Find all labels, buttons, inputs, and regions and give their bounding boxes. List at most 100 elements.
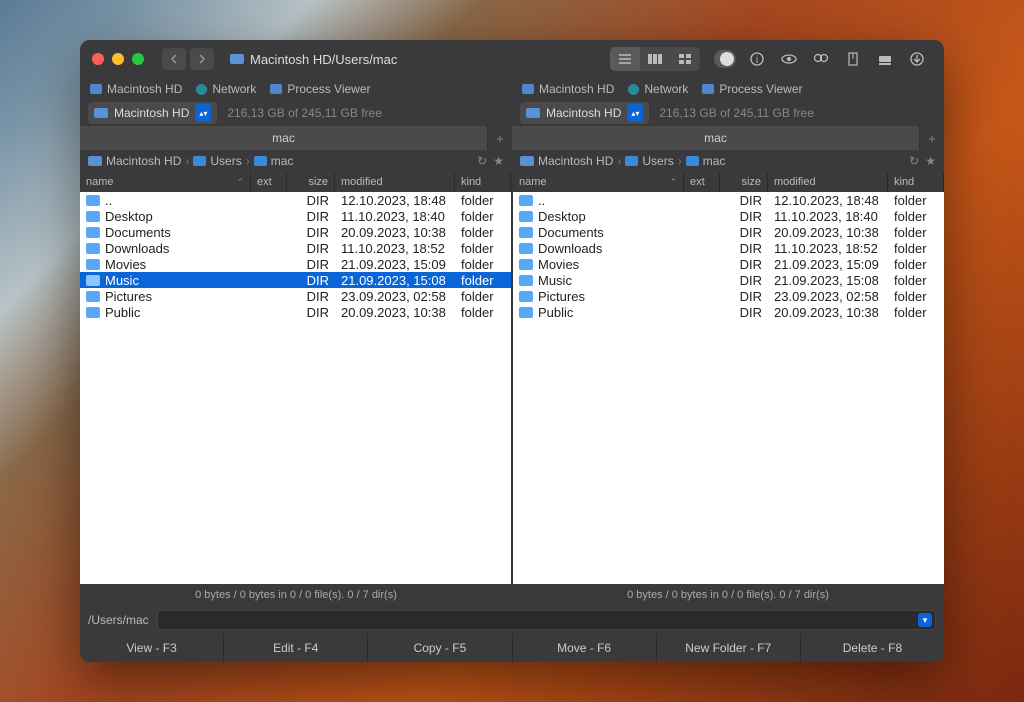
volume-stepper-icon[interactable]: ▴▾ (195, 104, 211, 122)
history-button[interactable]: ↻ (909, 154, 919, 168)
breadcrumb-item[interactable]: Users (625, 154, 673, 168)
folder-icon (519, 307, 533, 318)
globe-icon (196, 84, 207, 95)
folder-icon (519, 275, 533, 286)
header-modified[interactable]: modified (768, 172, 888, 192)
file-row[interactable]: DocumentsDIR20.09.2023, 10:38folder (80, 224, 511, 240)
file-row[interactable]: ..DIR12.10.2023, 18:48folder (80, 192, 511, 208)
nav-back-button[interactable] (162, 48, 186, 70)
breadcrumb-item[interactable]: Macintosh HD (88, 154, 181, 168)
breadcrumb-item[interactable]: mac (254, 154, 294, 168)
disk-icon (94, 108, 108, 118)
title-text: Macintosh HD/Users/mac (250, 52, 397, 67)
search-button[interactable] (806, 47, 836, 71)
breadcrumb-label: Users (210, 154, 241, 168)
add-tab-button[interactable]: + (488, 126, 512, 150)
pane-tab[interactable]: mac (80, 126, 488, 150)
file-row[interactable]: ..DIR12.10.2023, 18:48folder (513, 192, 944, 208)
pane-tab[interactable]: mac (512, 126, 920, 150)
monitor-icon (270, 84, 282, 94)
archive-button[interactable] (838, 47, 868, 71)
volume-stepper-icon[interactable]: ▴▾ (627, 104, 643, 122)
command-input[interactable]: ▾ (157, 610, 936, 630)
fn-button[interactable]: New Folder - F7 (657, 634, 801, 662)
file-row[interactable]: MusicDIR21.09.2023, 15:08folder (80, 272, 511, 288)
command-path: /Users/mac (88, 613, 149, 627)
file-row[interactable]: PicturesDIR23.09.2023, 02:58folder (80, 288, 511, 304)
file-row[interactable]: PublicDIR20.09.2023, 10:38folder (80, 304, 511, 320)
header-kind[interactable]: kind (888, 172, 944, 192)
volume-selector[interactable]: Macintosh HD ▴▾ (520, 102, 649, 124)
favorite-label: Process Viewer (287, 82, 370, 96)
file-name: Public (105, 305, 140, 320)
file-name: Documents (105, 225, 171, 240)
breadcrumb-item[interactable]: Macintosh HD (520, 154, 613, 168)
header-kind[interactable]: kind (455, 172, 511, 192)
add-tab-button[interactable]: + (920, 126, 944, 150)
folder-icon (519, 195, 533, 206)
disk-icon (88, 156, 102, 166)
window-controls (92, 53, 144, 65)
view-columns-button[interactable] (640, 47, 670, 71)
folder-icon (254, 156, 267, 166)
quicklook-button[interactable] (774, 47, 804, 71)
minimize-window-button[interactable] (112, 53, 124, 65)
file-name: Documents (538, 225, 604, 240)
file-row[interactable]: PublicDIR20.09.2023, 10:38folder (513, 304, 944, 320)
header-name[interactable]: name⌃ (80, 172, 251, 192)
monitor-icon (702, 84, 714, 94)
close-window-button[interactable] (92, 53, 104, 65)
favorite-item[interactable]: Process Viewer (270, 82, 370, 96)
file-row[interactable]: MusicDIR21.09.2023, 15:08folder (513, 272, 944, 288)
breadcrumb-label: Users (642, 154, 673, 168)
file-row[interactable]: MoviesDIR21.09.2023, 15:09folder (513, 256, 944, 272)
header-size[interactable]: size (720, 172, 768, 192)
breadcrumb-item[interactable]: Users (193, 154, 241, 168)
fn-button[interactable]: Delete - F8 (801, 634, 944, 662)
hidden-files-toggle[interactable] (710, 47, 740, 71)
command-history-button[interactable]: ▾ (918, 613, 932, 627)
header-ext[interactable]: ext (251, 172, 287, 192)
file-row[interactable]: PicturesDIR23.09.2023, 02:58folder (513, 288, 944, 304)
folder-icon (86, 227, 100, 238)
disk-icon (90, 84, 102, 94)
favorite-item[interactable]: Network (628, 82, 688, 96)
info-button[interactable]: i (742, 47, 772, 71)
file-row[interactable]: DesktopDIR11.10.2023, 18:40folder (80, 208, 511, 224)
breadcrumb-item[interactable]: mac (686, 154, 726, 168)
file-row[interactable]: DesktopDIR11.10.2023, 18:40folder (513, 208, 944, 224)
file-row[interactable]: DownloadsDIR11.10.2023, 18:52folder (80, 240, 511, 256)
left-pane: name⌃ ext size modified kind ..DIR12.10.… (80, 172, 511, 584)
download-button[interactable] (902, 47, 932, 71)
favorite-item[interactable]: Network (196, 82, 256, 96)
fn-button[interactable]: Move - F6 (513, 634, 657, 662)
favorite-item[interactable]: Macintosh HD (522, 82, 614, 96)
eject-button[interactable] (870, 47, 900, 71)
maximize-window-button[interactable] (132, 53, 144, 65)
file-row[interactable]: DownloadsDIR11.10.2023, 18:52folder (513, 240, 944, 256)
file-list[interactable]: ..DIR12.10.2023, 18:48folderDesktopDIR11… (80, 192, 511, 584)
history-button[interactable]: ↻ (477, 154, 487, 168)
file-row[interactable]: MoviesDIR21.09.2023, 15:09folder (80, 256, 511, 272)
fn-button[interactable]: View - F3 (80, 634, 224, 662)
nav-forward-button[interactable] (190, 48, 214, 70)
favorite-item[interactable]: Macintosh HD (90, 82, 182, 96)
file-name: Music (538, 273, 572, 288)
view-list-button[interactable] (610, 47, 640, 71)
volume-selector[interactable]: Macintosh HD ▴▾ (88, 102, 217, 124)
fn-button[interactable]: Copy - F5 (368, 634, 512, 662)
breadcrumb-label: Macintosh HD (538, 154, 613, 168)
header-modified[interactable]: modified (335, 172, 455, 192)
file-list[interactable]: ..DIR12.10.2023, 18:48folderDesktopDIR11… (513, 192, 944, 584)
file-row[interactable]: DocumentsDIR20.09.2023, 10:38folder (513, 224, 944, 240)
header-name[interactable]: name⌃ (513, 172, 684, 192)
view-grid-button[interactable] (670, 47, 700, 71)
header-size[interactable]: size (287, 172, 335, 192)
favorite-item[interactable]: Process Viewer (702, 82, 802, 96)
folder-icon (86, 259, 100, 270)
favorite-star-button[interactable]: ★ (925, 154, 936, 168)
favorite-star-button[interactable]: ★ (493, 154, 504, 168)
header-ext[interactable]: ext (684, 172, 720, 192)
fn-button[interactable]: Edit - F4 (224, 634, 368, 662)
file-name: Pictures (538, 289, 585, 304)
